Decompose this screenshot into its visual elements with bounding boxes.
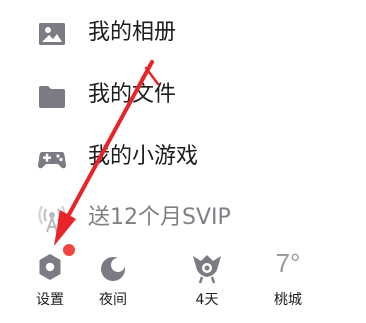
checkin-label: 4天 xyxy=(195,292,219,308)
weather-button[interactable]: 7° 桃城 xyxy=(258,244,318,323)
menu-item-label: 我的小游戏 xyxy=(88,144,199,169)
menu-item-files[interactable]: 我的文件 xyxy=(0,67,366,123)
gamepad-icon xyxy=(36,142,68,174)
menu-item-minigames[interactable]: 我的小游戏 xyxy=(0,129,366,185)
city-label: 桃城 xyxy=(274,292,302,308)
night-mode-icon xyxy=(97,250,129,284)
photo-album-icon xyxy=(36,18,68,50)
night-mode-button[interactable]: 夜间 xyxy=(83,244,143,323)
notification-badge xyxy=(63,244,75,256)
settings-icon xyxy=(34,250,66,284)
checkin-days-icon xyxy=(191,250,223,284)
menu-item-label: 我的相册 xyxy=(88,20,177,45)
settings-button[interactable]: 设置 xyxy=(20,244,80,323)
broadcast-icon xyxy=(36,203,68,235)
folder-icon xyxy=(36,80,68,112)
temperature-value: 7° xyxy=(275,248,301,278)
menu-item-label: 送12个月SVIP xyxy=(88,205,231,230)
menu-item-album[interactable]: 我的相册 xyxy=(0,5,366,61)
night-mode-label: 夜间 xyxy=(99,292,127,308)
menu-item-svip-gift[interactable]: 送12个月SVIP xyxy=(0,190,366,246)
bottom-toolbar: 设置 夜间 4天 7° 桃城 xyxy=(0,244,366,323)
checkin-button[interactable]: 4天 xyxy=(177,244,237,323)
menu-item-label: 我的文件 xyxy=(88,82,177,107)
